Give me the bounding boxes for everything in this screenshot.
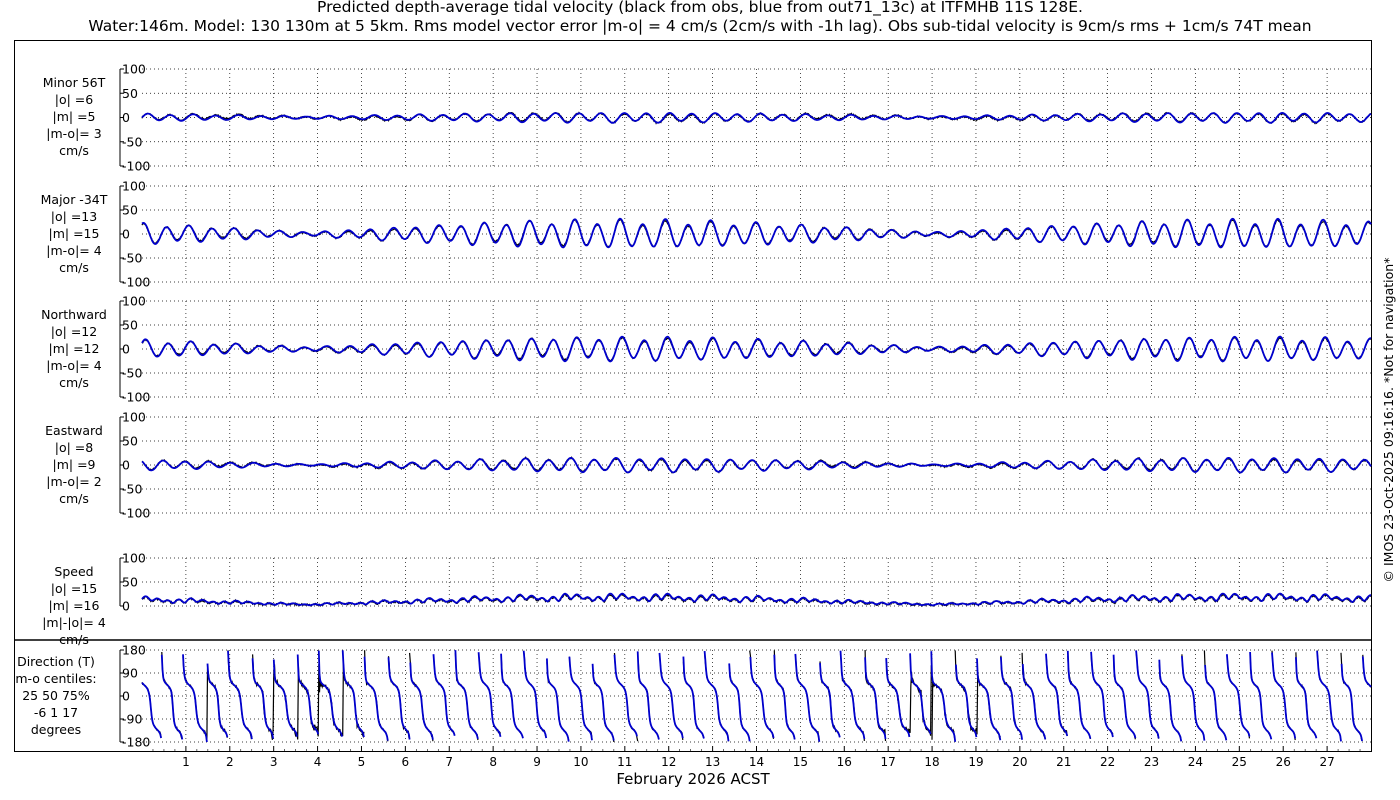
- panel-label-line: 25 50 75%: [22, 688, 90, 703]
- y-tick-label: 50: [122, 86, 138, 101]
- panel-label-line: Speed: [54, 564, 93, 579]
- panel-label-line: m-o centiles:: [15, 671, 96, 686]
- chart-plot-area: © IMOS 23-Oct-2025 09:16:16. *Not for na…: [14, 40, 1396, 788]
- y-tick-label: -100: [122, 390, 150, 405]
- panel-north: 100 50 0 -50 -100 Northward |o| =12 |m| =12 |m-o…: [41, 294, 1372, 405]
- y-tick-label: 0: [122, 110, 130, 125]
- panel-label-line: |m-o|= 2: [46, 474, 101, 489]
- panel-label-line: |m| =16: [49, 598, 100, 613]
- y-tick-label: 100: [122, 551, 146, 566]
- x-tick-label: 7: [445, 755, 453, 769]
- panel-label-line: |m-o|= 3: [46, 126, 101, 141]
- panel-speed: 100 50 0 Speed |o| =15 |m| =16 |m|-|o|= 4 cm/s: [42, 551, 1372, 647]
- panel-label-line: |o| =12: [51, 324, 97, 339]
- panel-label-line: Northward: [41, 307, 107, 322]
- panel-major: 100 50 0 -50 -100 Major -34T |o| =13 |m| =15 |m-…: [41, 179, 1372, 290]
- panel-label-line: |m| =9: [53, 457, 96, 472]
- y-tick-label: 90: [122, 666, 138, 681]
- y-tick-label: -50: [122, 134, 142, 149]
- x-tick-label: 15: [793, 755, 808, 769]
- panel-label-line: |o| =6: [55, 92, 94, 107]
- panel-label-line: |o| =13: [51, 209, 97, 224]
- x-tick-label: 22: [1100, 755, 1115, 769]
- y-tick-label: 100: [122, 410, 146, 425]
- panel-label-line: Direction (T): [17, 654, 95, 669]
- y-tick-label: -100: [122, 506, 150, 521]
- x-tick-label: 20: [1012, 755, 1027, 769]
- y-tick-label: -180: [122, 735, 150, 750]
- tidal-velocity-figure: Predicted depth-average tidal velocity (…: [0, 0, 1400, 800]
- panel-label-line: Minor 56T: [43, 75, 106, 90]
- y-tick-label: -100: [122, 159, 150, 174]
- x-tick-label: 16: [837, 755, 852, 769]
- y-tick-label: 100: [122, 62, 146, 77]
- x-tick-label: 12: [661, 755, 676, 769]
- x-tick-label: 2: [226, 755, 234, 769]
- panel-label-line: |o| =15: [51, 581, 97, 596]
- panel-label-line: |m-o|= 4: [46, 358, 101, 373]
- x-tick-label: 10: [573, 755, 588, 769]
- x-tick-label: 18: [924, 755, 939, 769]
- y-tick-label: -50: [122, 251, 142, 266]
- y-tick-label: 50: [122, 434, 138, 449]
- x-tick-label: 13: [705, 755, 720, 769]
- panel-label-line: cm/s: [59, 260, 89, 275]
- y-tick-label: 180: [122, 643, 146, 658]
- x-tick-label: 4: [314, 755, 322, 769]
- y-tick-label: 100: [122, 294, 146, 309]
- y-tick-label: 50: [122, 575, 138, 590]
- outer-frame: [14, 40, 1372, 752]
- panel-label-line: -6 1 17: [34, 705, 78, 720]
- panel-label-line: |m| =15: [49, 226, 100, 241]
- panel-label-line: |m|-|o|= 4: [42, 615, 106, 630]
- y-tick-label: 50: [122, 203, 138, 218]
- y-tick-label: -100: [122, 275, 150, 290]
- y-tick-label: 0: [122, 342, 130, 357]
- panel-label-line: Major -34T: [41, 192, 108, 207]
- panel-label-line: |m-o|= 4: [46, 243, 101, 258]
- x-tick-label: 25: [1232, 755, 1247, 769]
- copyright-note: © IMOS 23-Oct-2025 09:16:16. *Not for na…: [1381, 258, 1396, 583]
- y-tick-label: -50: [122, 482, 142, 497]
- x-axis: 1 2 3 4 5 6 7 8 9 10 11 12 13 14 15 16 17 18 19 20 21 22 23 24 2…: [152, 746, 1361, 769]
- x-axis-label: February 2026 ACST: [616, 770, 770, 788]
- y-tick-label: 100: [122, 179, 146, 194]
- x-tick-label: 27: [1319, 755, 1334, 769]
- x-tick-label: 17: [881, 755, 896, 769]
- x-tick-label: 8: [489, 755, 497, 769]
- y-tick-label: 0: [122, 689, 130, 704]
- x-tick-label: 23: [1144, 755, 1159, 769]
- panel-label-line: cm/s: [59, 491, 89, 506]
- panel-label-line: |m| =5: [53, 109, 96, 124]
- panel-label-line: cm/s: [59, 143, 89, 158]
- panel-direction: 180 90 0 -90 -180 Direction (T) m-o centiles: 2…: [15, 643, 1372, 750]
- x-tick-label: 19: [968, 755, 983, 769]
- x-tick-label: 3: [270, 755, 278, 769]
- x-tick-label: 21: [1056, 755, 1071, 769]
- y-tick-label: 50: [122, 318, 138, 333]
- panel-label-line: degrees: [31, 722, 81, 737]
- panel-label-line: Eastward: [45, 423, 103, 438]
- y-tick-label: 0: [122, 599, 130, 614]
- x-tick-label: 24: [1188, 755, 1203, 769]
- x-tick-label: 9: [533, 755, 541, 769]
- x-tick-label: 5: [358, 755, 366, 769]
- series-model-line: [141, 217, 1372, 249]
- y-tick-label: -50: [122, 366, 142, 381]
- panel-label-line: cm/s: [59, 632, 89, 647]
- series-model-line: [141, 592, 1372, 607]
- y-tick-label: 0: [122, 227, 130, 242]
- panel-label-line: |m| =12: [49, 341, 100, 356]
- x-tick-label: 1: [182, 755, 190, 769]
- panel-east: 100 50 0 -50 -100 Eastward |o| =8 |m| =9 |m-o|= …: [45, 410, 1372, 521]
- panel-label-line: |o| =8: [55, 440, 94, 455]
- x-tick-label: 11: [617, 755, 632, 769]
- x-tick-label: 6: [402, 755, 410, 769]
- x-tick-label: 14: [749, 755, 764, 769]
- y-tick-label: 0: [122, 458, 130, 473]
- x-tick-label: 26: [1276, 755, 1291, 769]
- y-tick-label: -90: [122, 712, 142, 727]
- panel-label-line: cm/s: [59, 375, 89, 390]
- panel-minor: 100 50 0 -50 -100 Minor 56T |o| =6 |m| =5 |m-o|=…: [43, 62, 1372, 174]
